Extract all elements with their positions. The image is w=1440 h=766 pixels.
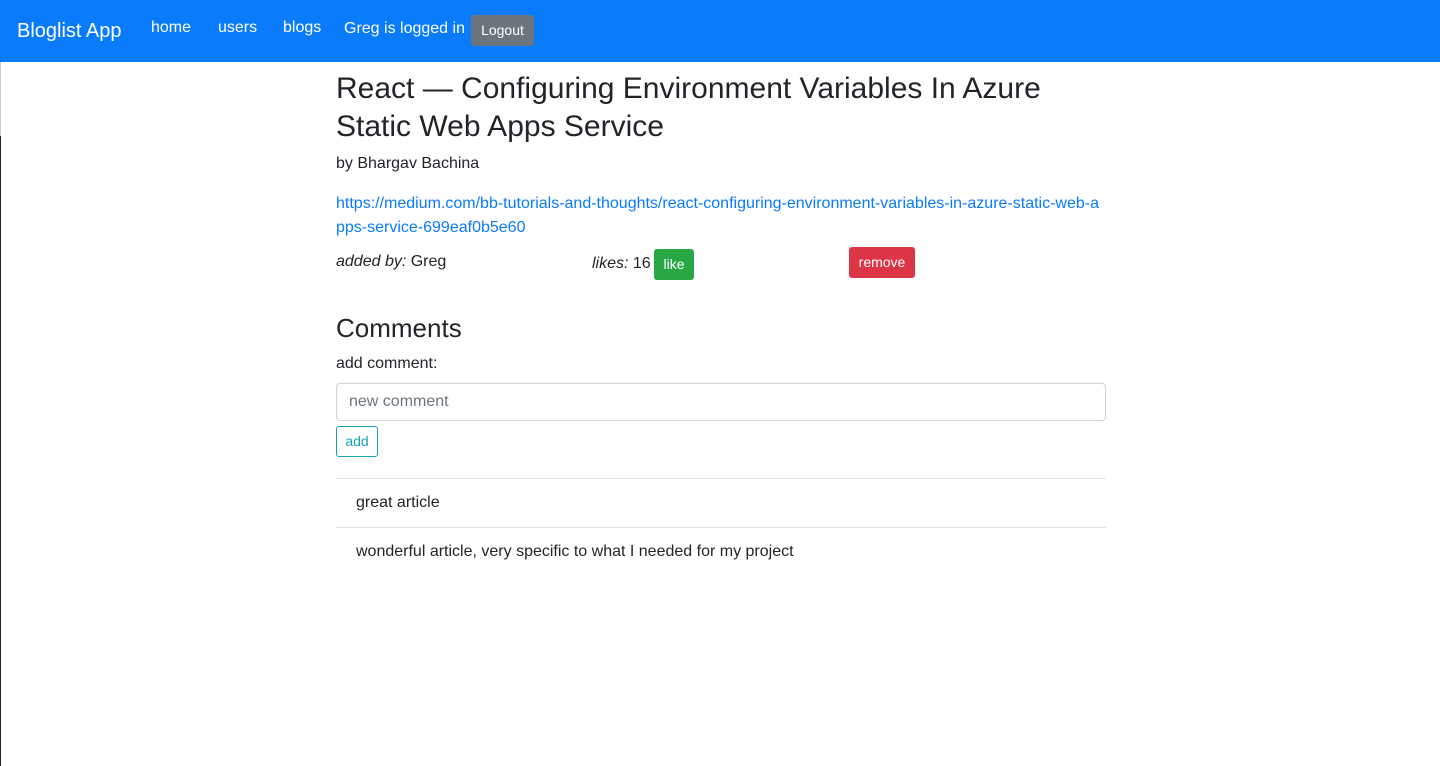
comment-list: great article wonderful article, very sp… (336, 478, 1106, 576)
comments-heading: Comments (336, 313, 462, 343)
add-comment-button[interactable]: add (336, 426, 378, 457)
app-window: Bloglist App home users blogs Greg is lo… (0, 0, 1440, 766)
window-edge (0, 136, 1, 766)
nav-link-home[interactable]: home (151, 17, 191, 39)
comment-item: wonderful article, very specific to what… (336, 527, 1106, 576)
added-by-label: added by: (336, 253, 407, 270)
remove-button[interactable]: remove (849, 247, 915, 278)
window-edge-light (0, 62, 1, 136)
likes-label: likes: (592, 255, 629, 272)
add-comment-label: add comment: (336, 355, 438, 372)
likes-count: 16 (632, 255, 651, 272)
added-by-info: added by: Greg (336, 252, 446, 272)
logged-in-status: Greg is logged in (344, 20, 465, 37)
brand-link[interactable]: Bloglist App (17, 17, 122, 45)
like-button[interactable]: like (654, 249, 694, 280)
likes-info: likes: 16 (592, 254, 651, 274)
added-by-user: Greg (410, 253, 447, 270)
top-navbar: Bloglist App home users blogs Greg is lo… (0, 0, 1440, 62)
new-comment-input[interactable] (336, 383, 1106, 421)
nav-link-users[interactable]: users (218, 17, 257, 39)
logout-button[interactable]: Logout (471, 15, 534, 46)
blog-title: React — Configuring Environment Variable… (336, 72, 1041, 143)
blog-url-link[interactable]: https://medium.com/bb-tutorials-and-thou… (336, 192, 1106, 240)
blog-author: by Bhargav Bachina (336, 155, 480, 172)
comment-item: great article (336, 478, 1106, 527)
nav-link-blogs[interactable]: blogs (283, 17, 321, 39)
